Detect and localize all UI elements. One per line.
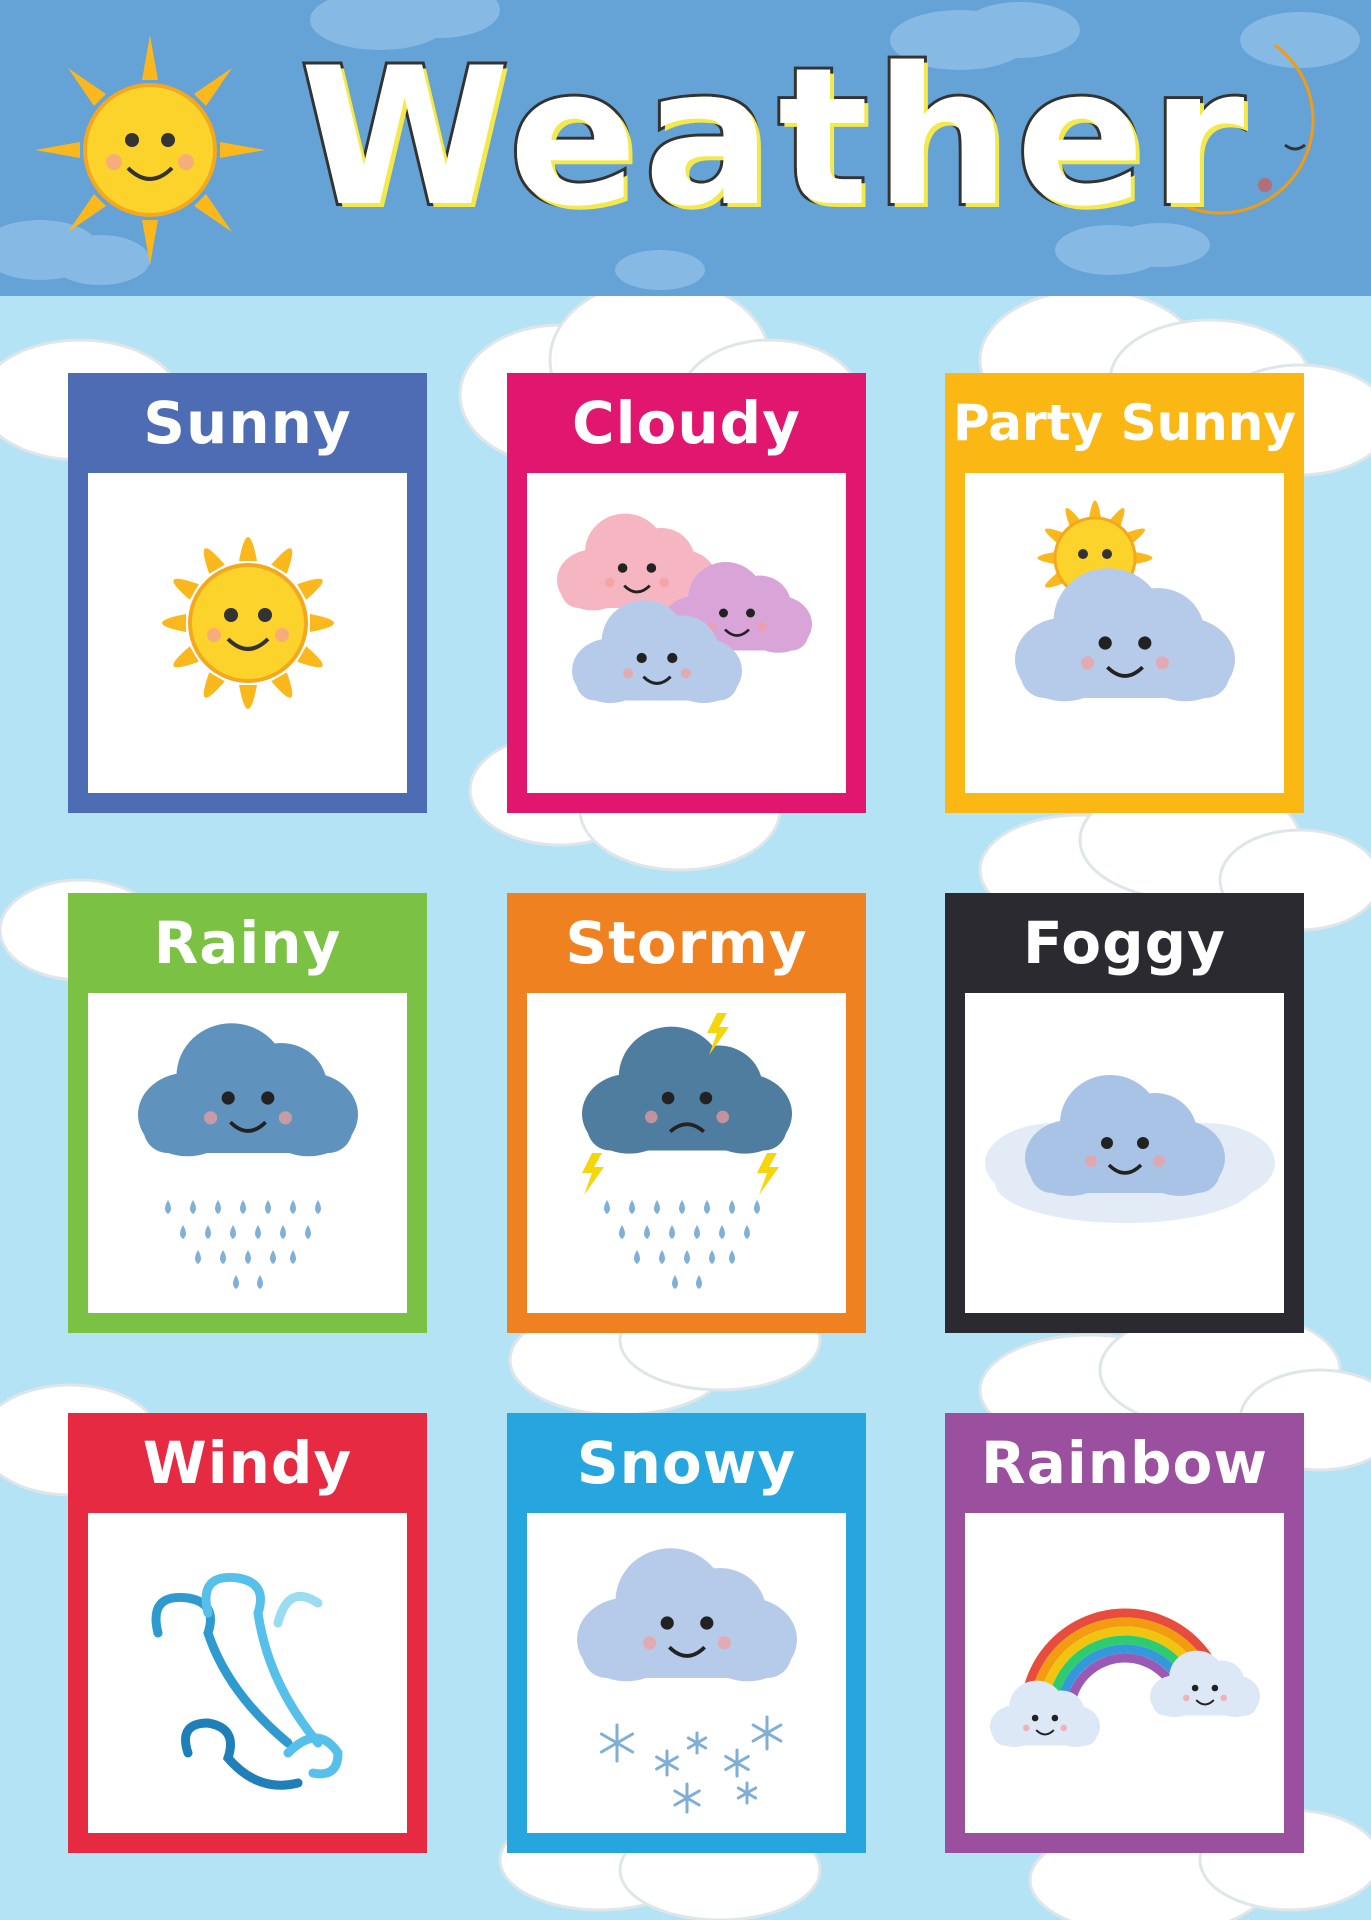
rainbow-icon — [990, 1608, 1260, 1748]
card-image-panel — [88, 993, 407, 1313]
card-label: Rainy — [153, 909, 342, 977]
fog-cloud-icon — [985, 1075, 1275, 1223]
weather-card-sunny: Sunny — [68, 373, 427, 813]
card-image-panel — [88, 1513, 407, 1833]
weather-card-rainy: Rainy — [68, 893, 427, 1333]
card-label: Cloudy — [572, 389, 801, 457]
card-label: Party Sunny — [953, 394, 1296, 452]
card-image-panel — [527, 993, 846, 1313]
poster-title: Weather — [297, 25, 1251, 251]
card-label: Windy — [142, 1429, 353, 1497]
weather-card-stormy: Stormy — [507, 893, 866, 1333]
weather-card-snowy: Snowy — [507, 1413, 866, 1853]
card-image-panel — [527, 473, 846, 793]
partly-sunny-icon — [1015, 500, 1235, 702]
card-image-panel — [965, 1513, 1284, 1833]
card-label: Foggy — [1023, 909, 1226, 977]
weather-card-cloudy: Cloudy — [507, 373, 866, 813]
rain-cloud-icon — [138, 1023, 358, 1289]
weather-card-windy: Windy — [68, 1413, 427, 1853]
storm-cloud-icon — [582, 1013, 792, 1289]
weather-poster: Weather Sunny Cloudy Party Sunny Rainy S… — [0, 0, 1371, 1920]
card-image-panel — [965, 473, 1284, 793]
clouds-icon — [557, 513, 812, 704]
weather-card-rainbow: Rainbow — [945, 1413, 1304, 1853]
card-image-panel — [88, 473, 407, 793]
wind-icon — [151, 1572, 343, 1790]
weather-card-foggy: Foggy — [945, 893, 1304, 1333]
card-label: Snowy — [576, 1429, 797, 1497]
card-image-panel — [527, 1513, 846, 1833]
sun-icon — [35, 35, 265, 265]
weather-card-party-sunny: Party Sunny — [945, 373, 1304, 813]
header-banner: Weather — [0, 0, 1371, 296]
sun-icon — [162, 537, 334, 709]
card-label: Rainbow — [981, 1429, 1268, 1497]
card-label: Stormy — [565, 909, 808, 977]
card-label: Sunny — [143, 389, 352, 457]
snow-cloud-icon — [577, 1548, 797, 1814]
card-image-panel — [965, 993, 1284, 1313]
